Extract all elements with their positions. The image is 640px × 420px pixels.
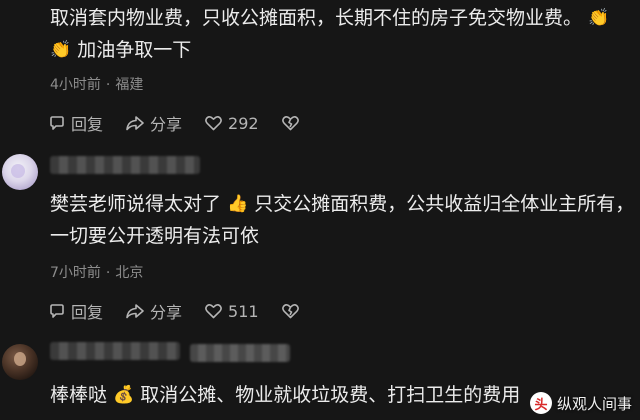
dislike-button[interactable] bbox=[281, 302, 305, 320]
comment-meta: 4小时前 · 福建 bbox=[50, 77, 144, 93]
dislike-button[interactable] bbox=[281, 114, 305, 132]
clap-emoji: 👏 bbox=[588, 8, 610, 28]
reply-button[interactable]: 回复 bbox=[48, 299, 103, 323]
share-button[interactable]: 分享 bbox=[125, 111, 182, 135]
comment-location: 福建 bbox=[115, 77, 144, 93]
heart-icon bbox=[205, 304, 222, 319]
share-icon bbox=[126, 116, 144, 131]
watermark: 头 纵观人间事 bbox=[529, 392, 632, 414]
like-button[interactable]: 511 bbox=[204, 302, 259, 321]
broken-heart-icon bbox=[281, 304, 299, 319]
username-blurred[interactable] bbox=[50, 156, 200, 174]
like-count: 292 bbox=[228, 113, 259, 133]
username-blurred[interactable] bbox=[50, 342, 180, 360]
clap-emoji: 👏 bbox=[50, 40, 72, 60]
comment-text: 取消套内物业费，只收公摊面积，长期不住的房子免交物业费。 👏 👏 加油争取一下 bbox=[50, 7, 610, 61]
reply-icon bbox=[50, 116, 64, 130]
reply-button[interactable]: 回复 bbox=[48, 111, 103, 135]
comment-feed: 取消套内物业费，只收公摊面积，长期不住的房子免交物业费。 👏 👏 加油争取一下 … bbox=[0, 0, 640, 420]
comment-time: 7小时前 bbox=[50, 265, 101, 281]
share-button[interactable]: 分享 bbox=[125, 299, 182, 323]
comment-location: 北京 bbox=[115, 265, 144, 281]
comment-time: 4小时前 bbox=[50, 77, 101, 93]
comment-actions: 回复 分享 511 bbox=[48, 299, 305, 323]
toutiao-logo-icon: 头 bbox=[529, 392, 552, 414]
comment-actions: 回复 分享 292 bbox=[48, 111, 305, 135]
like-button[interactable]: 292 bbox=[204, 114, 259, 133]
reply-icon bbox=[50, 304, 64, 318]
heart-icon bbox=[205, 116, 222, 131]
avatar[interactable] bbox=[2, 344, 38, 380]
username-badge-blurred bbox=[190, 344, 290, 362]
comment-meta: 7小时前 · 北京 bbox=[50, 265, 144, 281]
comment-text: 棒棒哒 💰 取消公摊、物业就收垃圾费、打扫卫生的费用 bbox=[50, 384, 521, 406]
money-bag-emoji: 💰 bbox=[113, 385, 135, 405]
comment-text: 樊芸老师说得太对了 👍 只交公摊面积费，公共收益归全体业主所有，一切要公开透明有… bbox=[50, 193, 635, 247]
watermark-label: 纵观人间事 bbox=[556, 394, 632, 413]
share-icon bbox=[126, 304, 144, 319]
like-count: 511 bbox=[228, 301, 259, 321]
broken-heart-icon bbox=[281, 116, 299, 131]
thumbs-up-emoji: 👍 bbox=[227, 194, 249, 214]
avatar[interactable] bbox=[2, 154, 38, 190]
